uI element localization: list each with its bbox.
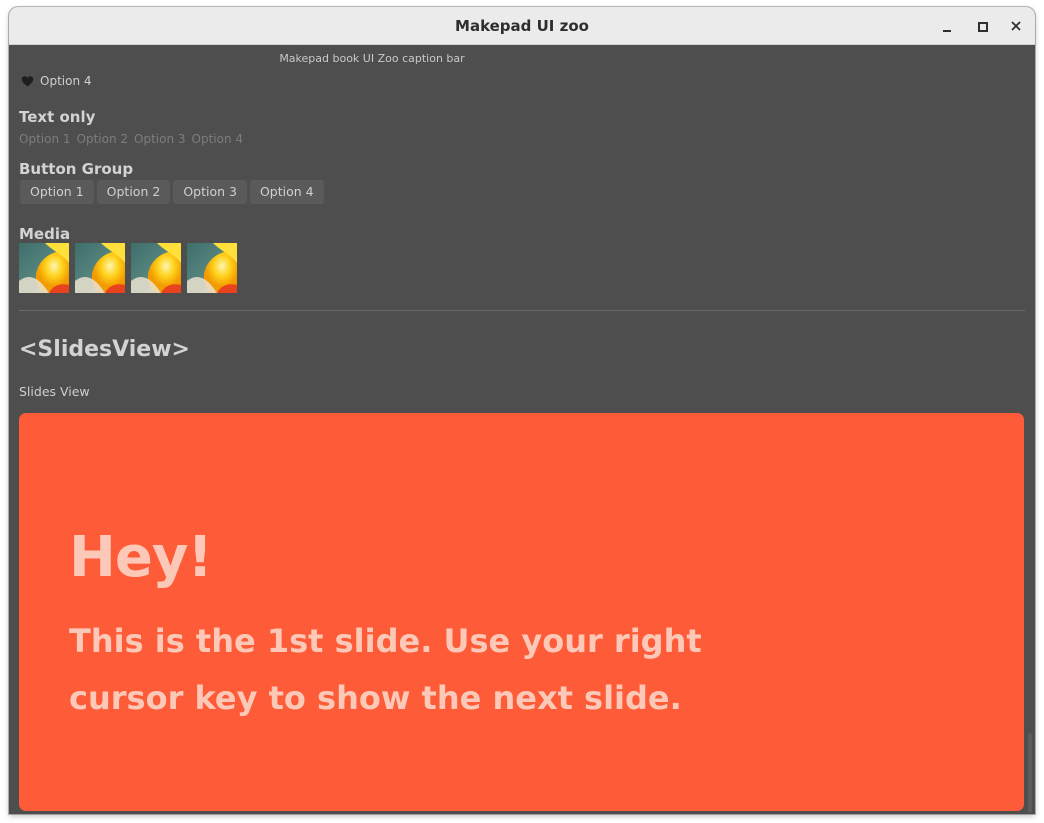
slides-view-subtitle: Slides View [19,384,90,399]
window-title: Makepad UI zoo [455,17,589,35]
close-icon [1011,21,1021,31]
text-only-option-1[interactable]: Option 1 [19,132,71,146]
radio-option-label: Option 4 [40,74,92,88]
media-thumbnail-2[interactable] [75,243,125,293]
media-thumbnail-3[interactable] [131,243,181,293]
minimize-icon [943,30,951,32]
button-group-option-1[interactable]: Option 1 [20,180,94,204]
button-group-title: Button Group [19,160,134,178]
vertical-scrollbar[interactable] [1028,733,1032,813]
radio-option-icon[interactable]: Option 4 [21,74,92,88]
slide-body: This is the 1st slide. Use your right cu… [69,622,702,717]
media-thumbnail-image [131,243,181,293]
section-divider [19,310,1025,311]
text-only-option-3[interactable]: Option 3 [134,132,186,146]
app-window: Makepad UI zoo Makepad book UI Zoo capti… [9,7,1035,814]
slide-panel[interactable]: Hey! This is the 1st slide. Use your rig… [19,413,1024,811]
text-only-title: Text only [19,108,96,126]
slide-title: Hey! [69,525,213,590]
text-only-option-4[interactable]: Option 4 [192,132,244,146]
media-title: Media [19,225,71,243]
button-group-option-4[interactable]: Option 4 [249,180,324,204]
maximize-icon [978,22,988,32]
close-button[interactable] [1006,16,1026,36]
minimize-button[interactable] [938,16,958,36]
heart-icon [21,75,34,86]
main-content: Makepad book UI Zoo caption bar Option 4… [9,45,1035,814]
media-thumbnail-image [19,243,69,293]
text-only-option-2[interactable]: Option 2 [77,132,129,146]
slides-view-heading: <SlidesView> [19,337,190,362]
button-group-option-2[interactable]: Option 2 [96,180,171,204]
media-thumbnail-1[interactable] [19,243,69,293]
button-group: Option 1 Option 2 Option 3 Option 4 [20,180,324,204]
media-thumbnail-image [187,243,237,293]
title-bar[interactable]: Makepad UI zoo [9,7,1035,45]
maximize-button[interactable] [972,16,992,36]
media-radio-group [19,243,237,293]
button-group-option-3[interactable]: Option 3 [173,180,247,204]
media-thumbnail-4[interactable] [187,243,237,293]
caption-bar: Makepad book UI Zoo caption bar [279,52,465,65]
text-only-radio-group: Option 1 Option 2 Option 3 Option 4 [19,132,243,146]
media-thumbnail-image [75,243,125,293]
